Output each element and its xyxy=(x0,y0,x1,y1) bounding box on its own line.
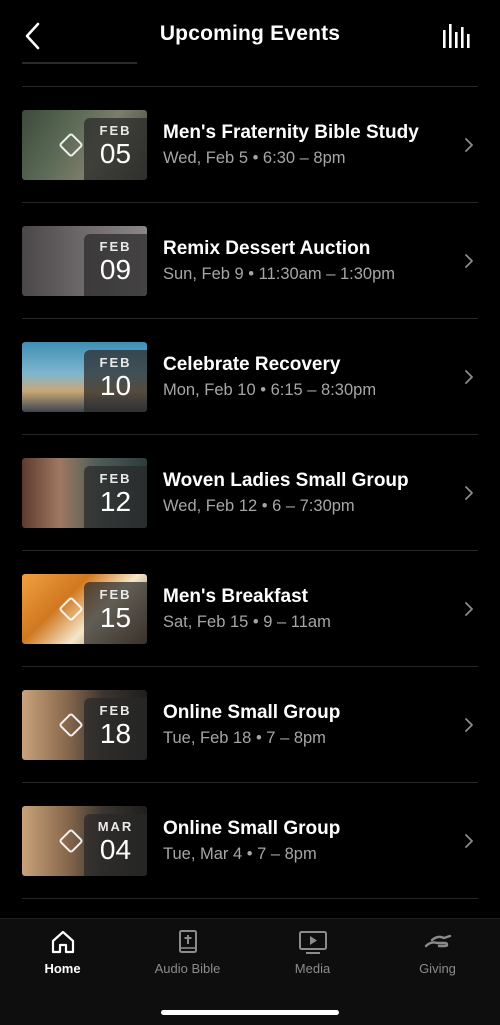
event-day: 15 xyxy=(99,602,132,633)
event-title: Remix Dessert Auction xyxy=(163,238,371,259)
event-month: FEB xyxy=(99,587,132,602)
tab-label: Giving xyxy=(419,961,456,976)
event-row[interactable]: MAR 04 Online Small Group Tue, Mar 4 • 7… xyxy=(0,782,500,898)
event-month: FEB xyxy=(99,703,132,718)
event-thumbnail: FEB 05 xyxy=(22,110,147,180)
bible-icon xyxy=(178,930,197,953)
event-thumbnail: FEB 15 xyxy=(22,574,147,644)
bars-icon xyxy=(443,24,470,48)
event-title: Online Small Group xyxy=(163,818,341,839)
event-row[interactable]: FEB 09 Remix Dessert Auction Sun, Feb 9 … xyxy=(0,202,500,318)
event-month: FEB xyxy=(99,239,132,254)
event-month: FEB xyxy=(99,123,132,138)
chevron-right-icon xyxy=(465,486,473,500)
event-row[interactable]: FEB 10 Celebrate Recovery Mon, Feb 10 • … xyxy=(0,318,500,434)
event-row[interactable]: FEB 05 Men's Fraternity Bible Study Wed,… xyxy=(0,86,500,202)
event-month: FEB xyxy=(99,471,132,486)
tab-audio-bible[interactable]: Audio Bible xyxy=(125,929,250,989)
event-day: 09 xyxy=(99,254,132,285)
event-title: Online Small Group xyxy=(163,702,341,723)
event-datetime: Tue, Mar 4 • 7 – 8pm xyxy=(163,845,317,863)
event-day: 04 xyxy=(99,834,132,865)
page-title: Upcoming Events xyxy=(159,22,341,45)
event-datetime: Wed, Feb 5 • 6:30 – 8pm xyxy=(163,149,346,167)
event-day: 05 xyxy=(99,138,132,169)
event-title: Woven Ladies Small Group xyxy=(163,470,409,491)
event-thumbnail: FEB 09 xyxy=(22,226,147,296)
event-datetime: Wed, Feb 12 • 6 – 7:30pm xyxy=(163,497,355,515)
header-bar: Upcoming Events xyxy=(0,0,500,70)
event-thumbnail: FEB 18 xyxy=(22,690,147,760)
event-row[interactable]: FEB 18 Online Small Group Tue, Feb 18 • … xyxy=(0,666,500,782)
tab-home[interactable]: Home xyxy=(0,929,125,989)
event-datetime: Mon, Feb 10 • 6:15 – 8:30pm xyxy=(163,381,377,399)
previous-row-edge xyxy=(22,62,137,64)
tab-media[interactable]: Media xyxy=(250,929,375,989)
chevron-right-icon xyxy=(465,718,473,732)
bottom-tab-bar: Home Audio Bible Media Giving xyxy=(0,918,500,1025)
event-row[interactable]: FEB 15 Men's Breakfast Sat, Feb 15 • 9 –… xyxy=(0,550,500,666)
chevron-right-icon xyxy=(465,254,473,268)
tab-label: Home xyxy=(44,961,81,976)
event-day: 12 xyxy=(99,486,132,517)
giving-hand-icon xyxy=(424,934,451,948)
event-month: MAR xyxy=(97,819,134,834)
chevron-right-icon xyxy=(465,138,473,152)
play-screen-icon xyxy=(298,931,327,954)
home-indicator[interactable] xyxy=(161,1010,339,1015)
event-month: FEB xyxy=(99,355,132,370)
event-datetime: Tue, Feb 18 • 7 – 8pm xyxy=(163,729,326,747)
calendar-view-button[interactable] xyxy=(442,24,474,50)
home-icon xyxy=(51,930,74,954)
chevron-right-icon xyxy=(465,834,473,848)
event-title: Men's Fraternity Bible Study xyxy=(163,122,419,143)
event-thumbnail: FEB 12 xyxy=(22,458,147,528)
event-title: Celebrate Recovery xyxy=(163,354,341,375)
tab-label: Media xyxy=(294,961,331,976)
chevron-right-icon xyxy=(465,370,473,384)
event-thumbnail: FEB 10 xyxy=(22,342,147,412)
event-day: 10 xyxy=(99,370,132,401)
event-title: Men's Breakfast xyxy=(163,586,308,607)
event-datetime: Sun, Feb 9 • 11:30am – 1:30pm xyxy=(163,265,396,283)
event-thumbnail: MAR 04 xyxy=(22,806,147,876)
event-day: 18 xyxy=(99,718,132,749)
event-datetime: Sat, Feb 15 • 9 – 11am xyxy=(163,613,331,631)
chevron-right-icon xyxy=(465,602,473,616)
tab-giving[interactable]: Giving xyxy=(375,929,500,989)
tab-label: Audio Bible xyxy=(154,961,221,976)
event-row[interactable]: FEB 12 Woven Ladies Small Group Wed, Feb… xyxy=(0,434,500,550)
divider xyxy=(22,898,478,899)
